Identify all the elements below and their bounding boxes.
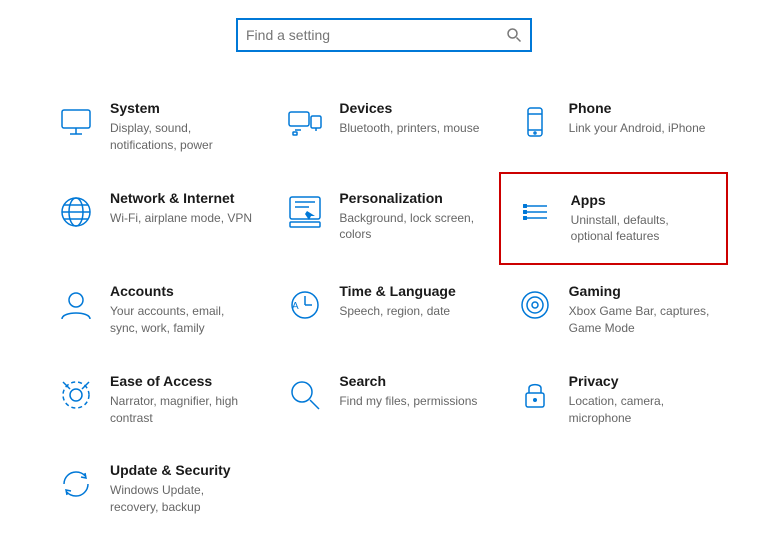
item-desc-gaming: Xbox Game Bar, captures, Game Mode — [569, 303, 712, 337]
system-icon — [56, 102, 96, 142]
item-title-ease: Ease of Access — [110, 373, 253, 389]
settings-item-search[interactable]: Search Find my files, permissions — [269, 355, 498, 445]
item-title-personalization: Personalization — [339, 190, 482, 206]
settings-item-apps[interactable]: Apps Uninstall, defaults, optional featu… — [499, 172, 728, 266]
settings-item-update[interactable]: Update & Security Windows Update, recove… — [40, 444, 269, 534]
item-desc-system: Display, sound, notifications, power — [110, 120, 253, 154]
settings-item-time[interactable]: A Time & Language Speech, region, date — [269, 265, 498, 355]
settings-item-ease[interactable]: Ease of Access Narrator, magnifier, high… — [40, 355, 269, 445]
search-icon — [285, 375, 325, 415]
item-desc-ease: Narrator, magnifier, high contrast — [110, 393, 253, 427]
gaming-icon — [515, 285, 555, 325]
svg-text:A: A — [292, 301, 299, 312]
item-desc-apps: Uninstall, defaults, optional features — [571, 212, 710, 246]
item-title-search: Search — [339, 373, 477, 389]
privacy-icon — [515, 375, 555, 415]
item-desc-search: Find my files, permissions — [339, 393, 477, 410]
item-title-update: Update & Security — [110, 462, 253, 478]
item-desc-network: Wi-Fi, airplane mode, VPN — [110, 210, 252, 227]
phone-icon — [515, 102, 555, 142]
search-box[interactable] — [236, 18, 532, 52]
item-desc-devices: Bluetooth, printers, mouse — [339, 120, 479, 137]
network-icon — [56, 192, 96, 232]
apps-icon — [517, 194, 557, 234]
personalization-icon — [285, 192, 325, 232]
item-desc-phone: Link your Android, iPhone — [569, 120, 706, 137]
accounts-icon — [56, 285, 96, 325]
item-title-apps: Apps — [571, 192, 710, 208]
item-desc-time: Speech, region, date — [339, 303, 455, 320]
item-desc-personalization: Background, lock screen, colors — [339, 210, 482, 244]
search-icon — [506, 27, 522, 43]
item-desc-update: Windows Update, recovery, backup — [110, 482, 253, 516]
settings-item-system[interactable]: System Display, sound, notifications, po… — [40, 82, 269, 172]
search-input[interactable] — [246, 27, 506, 43]
settings-item-personalization[interactable]: Personalization Background, lock screen,… — [269, 172, 498, 266]
settings-item-network[interactable]: Network & Internet Wi-Fi, airplane mode,… — [40, 172, 269, 266]
item-title-privacy: Privacy — [569, 373, 712, 389]
settings-item-phone[interactable]: Phone Link your Android, iPhone — [499, 82, 728, 172]
settings-grid: System Display, sound, notifications, po… — [0, 82, 768, 534]
item-title-time: Time & Language — [339, 283, 455, 299]
item-desc-accounts: Your accounts, email, sync, work, family — [110, 303, 253, 337]
ease-icon — [56, 375, 96, 415]
settings-item-devices[interactable]: Devices Bluetooth, printers, mouse — [269, 82, 498, 172]
update-icon — [56, 464, 96, 504]
devices-icon — [285, 102, 325, 142]
item-title-system: System — [110, 100, 253, 116]
item-title-devices: Devices — [339, 100, 479, 116]
item-title-gaming: Gaming — [569, 283, 712, 299]
settings-item-accounts[interactable]: Accounts Your accounts, email, sync, wor… — [40, 265, 269, 355]
item-title-accounts: Accounts — [110, 283, 253, 299]
item-desc-privacy: Location, camera, microphone — [569, 393, 712, 427]
item-title-network: Network & Internet — [110, 190, 252, 206]
settings-item-privacy[interactable]: Privacy Location, camera, microphone — [499, 355, 728, 445]
time-icon: A — [285, 285, 325, 325]
settings-item-gaming[interactable]: Gaming Xbox Game Bar, captures, Game Mod… — [499, 265, 728, 355]
item-title-phone: Phone — [569, 100, 706, 116]
